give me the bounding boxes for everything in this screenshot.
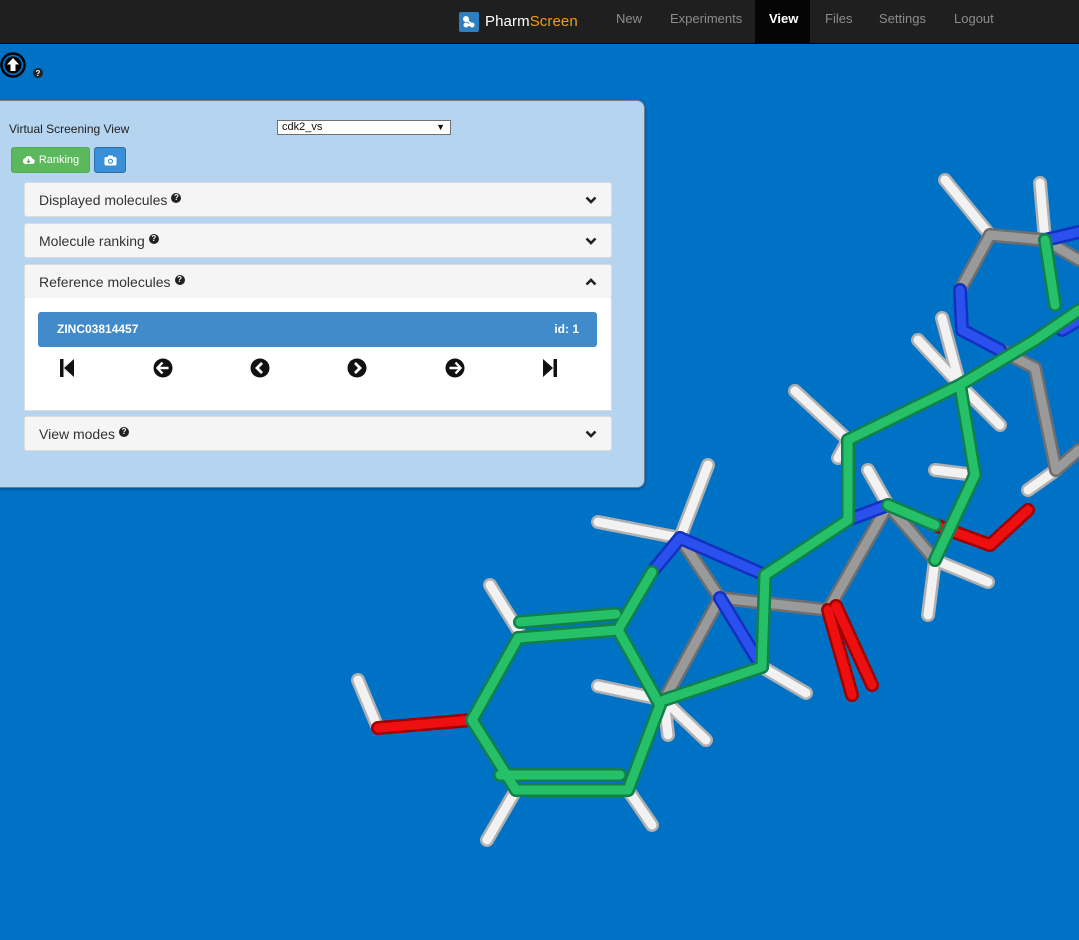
question-circle-icon[interactable]: ?: [148, 234, 159, 244]
nav-files[interactable]: Files: [811, 0, 866, 43]
panel-title: Virtual Screening View: [9, 122, 130, 136]
accordion-molecule-ranking[interactable]: Molecule ranking?: [24, 223, 612, 258]
screening-select[interactable]: cdk2_vs ▼: [277, 120, 451, 135]
step-last-icon[interactable]: [540, 358, 560, 378]
pharmscreen-logo-icon: [459, 11, 479, 32]
virtual-screening-panel: Virtual Screening View cdk2_vs ▼ Ranking…: [0, 100, 645, 488]
top-tools: ?: [0, 50, 60, 84]
nav-experiments[interactable]: Experiments: [656, 0, 756, 43]
ranking-button-label: Ranking: [38, 154, 80, 166]
chevron-left-circle-icon[interactable]: [250, 358, 270, 378]
nav-logout[interactable]: Logout: [940, 0, 1008, 43]
nav-view[interactable]: View: [755, 0, 810, 43]
chevron-down-icon: [585, 237, 597, 245]
arrow-right-circle-icon[interactable]: [445, 358, 465, 378]
upload-toggle-icon[interactable]: [0, 52, 26, 78]
accordion-title: Molecule ranking?: [39, 224, 159, 258]
screening-select-value: cdk2_vs: [282, 121, 323, 133]
nav-settings[interactable]: Settings: [865, 0, 940, 43]
reference-molecule-item[interactable]: ZINC03814457 id: 1: [38, 312, 597, 347]
camera-icon: [104, 155, 116, 165]
reference-molecule-id: id: 1: [554, 322, 579, 336]
question-circle-icon[interactable]: ?: [174, 275, 185, 285]
question-circle-icon[interactable]: ?: [33, 68, 43, 78]
accordion-displayed-molecules[interactable]: Displayed molecules?: [24, 182, 612, 217]
nav-new[interactable]: New: [602, 0, 656, 43]
chevron-right-circle-icon[interactable]: [347, 358, 367, 378]
accordion-title: Reference molecules?: [39, 265, 185, 299]
question-circle-icon[interactable]: ?: [119, 427, 130, 437]
cloud-download-icon: [22, 156, 35, 165]
arrow-left-circle-icon[interactable]: [153, 358, 173, 378]
accordion-reference-molecules[interactable]: Reference molecules?: [24, 264, 612, 299]
brand-name: PharmScreen: [485, 13, 578, 30]
chevron-down-icon: [585, 196, 597, 204]
reference-molecule-name: ZINC03814457: [57, 322, 139, 336]
dropdown-arrow-icon: ▼: [436, 122, 445, 132]
accordion-view-modes[interactable]: View modes?: [24, 416, 612, 451]
navbar: PharmScreen New Experiments View Files S…: [0, 0, 1079, 44]
question-circle-icon[interactable]: ?: [171, 193, 182, 203]
accordion-title: View modes?: [39, 417, 130, 451]
reference-molecules-body: ZINC03814457 id: 1: [24, 298, 612, 411]
chevron-down-icon: [585, 430, 597, 438]
chevron-up-icon: [585, 278, 597, 286]
accordion-title: Displayed molecules?: [39, 183, 182, 217]
brand[interactable]: PharmScreen: [459, 0, 578, 43]
screenshot-button[interactable]: [94, 147, 126, 173]
ranking-button[interactable]: Ranking: [11, 147, 90, 173]
step-first-icon[interactable]: [57, 358, 77, 378]
